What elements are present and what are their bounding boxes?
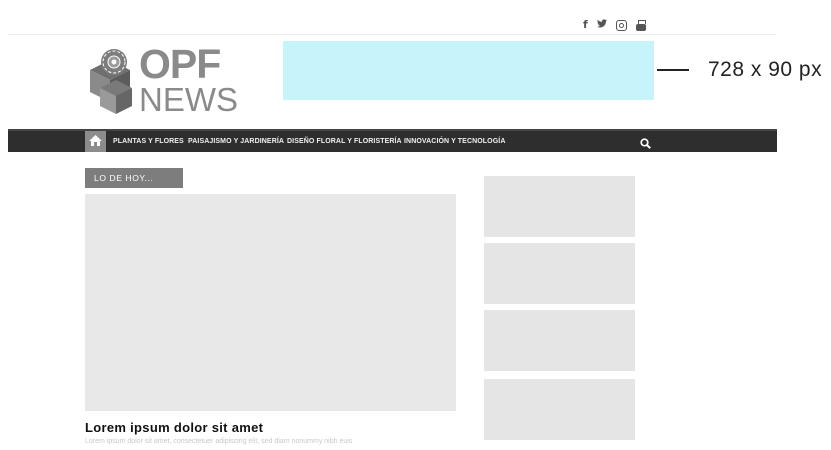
search-icon[interactable] [640,136,651,154]
ad-dimension-line [657,69,689,71]
social-links: f [583,18,646,32]
instagram-icon[interactable] [615,19,627,31]
topbar-divider [8,34,776,35]
nav-home-button[interactable] [85,131,106,152]
home-icon [89,135,102,146]
site-logo[interactable]: OPF NEWS [86,41,251,118]
sidebar-thumbnail-1[interactable] [484,176,635,237]
nav-item-plantas-y-flores[interactable]: PLANTAS Y FLORES [113,138,184,145]
ad-dimension-label: 728 x 90 px [708,58,823,81]
main-navigation: PLANTAS Y FLORES PAISAJISMO Y JARDINERÍA… [8,129,777,152]
ad-banner-placeholder[interactable] [283,41,654,100]
twitter-icon[interactable] [596,18,607,32]
logo-text-news: NEWS [139,81,238,118]
nav-item-innovacion-y-tecnologia[interactable]: INNOVACIÓN Y TECNOLOGÍA [404,138,505,145]
youtube-icon[interactable] [635,19,646,31]
section-label-text: LO DE HOY... [94,173,154,183]
logo-cube-flower-icon [90,49,132,114]
sidebar-thumbnail-3[interactable] [484,310,635,371]
featured-image-placeholder[interactable] [85,194,456,411]
section-label-today: LO DE HOY... [85,168,183,188]
nav-item-paisajismo-y-jardineria[interactable]: PAISAJISMO Y JARDINERÍA [188,138,284,145]
logo-text-opf: OPF [139,41,221,87]
sidebar-thumbnail-2[interactable] [484,243,635,304]
featured-excerpt: Lorem ipsum dolor sit amet, consectetuer… [85,438,353,445]
sidebar-thumbnail-4[interactable] [484,379,635,440]
featured-title[interactable]: Lorem ipsum dolor sit amet [85,420,263,435]
facebook-icon[interactable]: f [583,18,588,32]
nav-item-diseno-floral[interactable]: DISEÑO FLORAL Y FLORISTERÍA [287,138,402,145]
